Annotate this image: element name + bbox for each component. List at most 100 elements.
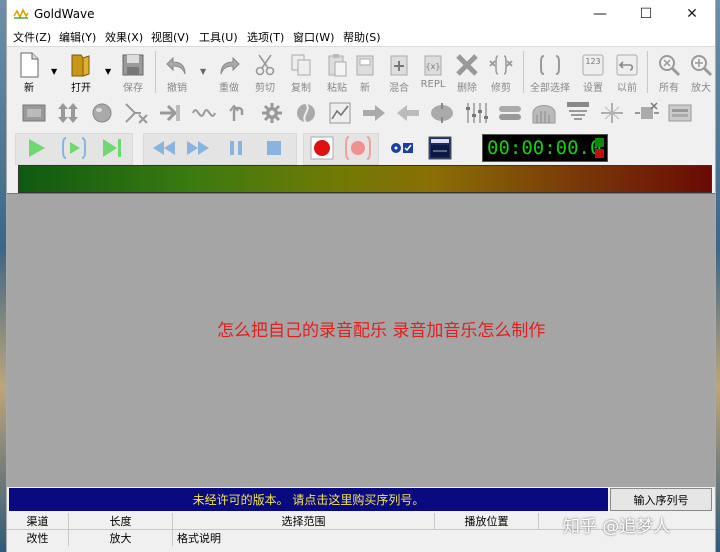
- minimize-button[interactable]: —: [577, 0, 623, 28]
- cut-button[interactable]: 剪切: [247, 51, 283, 95]
- editing-workspace[interactable]: 怎么把自己的录音配乐 录音加音乐怎么制作: [7, 193, 715, 487]
- undo-button[interactable]: 撤销: [159, 51, 195, 95]
- menu-file[interactable]: 文件(Z): [13, 29, 51, 45]
- menu-bar: 文件(Z) 编辑(Y) 效果(X) 视图(V) 工具(U) 选项(T) 窗口(W…: [7, 28, 715, 46]
- view-all-button[interactable]: 所有: [651, 51, 687, 95]
- pause-icon: [230, 141, 242, 155]
- effect-swirl-icon[interactable]: [293, 100, 319, 126]
- toolbar-separator: [523, 51, 524, 93]
- delete-x-icon: [454, 52, 480, 78]
- effect-arch-icon[interactable]: [531, 100, 557, 126]
- zoom-in-magnifier-icon: [688, 52, 714, 78]
- menu-effects[interactable]: 效果(X): [105, 29, 143, 45]
- new-file-icon: [16, 52, 42, 78]
- save-disk-icon: [120, 52, 146, 78]
- effect-arrow-left-icon[interactable]: [395, 100, 421, 126]
- pause-button[interactable]: [221, 135, 251, 161]
- status-play-position-label: 播放位置: [435, 513, 539, 529]
- set-123-icon: 123: [580, 52, 606, 78]
- effect-sliders-icon[interactable]: [463, 100, 489, 126]
- effect-levels-icon[interactable]: [565, 100, 591, 126]
- led-green-icon: [595, 138, 604, 147]
- record-selection-button[interactable]: [343, 135, 373, 161]
- play-selection-icon: [61, 137, 87, 159]
- rewind-icon: [153, 141, 175, 155]
- effect-cross-lines-icon[interactable]: [123, 100, 149, 126]
- play-button[interactable]: [21, 135, 51, 161]
- maximize-button[interactable]: ☐: [623, 0, 669, 28]
- effect-updown-arrows-icon[interactable]: [55, 100, 81, 126]
- led-red-icon: [595, 149, 604, 158]
- paste-new-button[interactable]: 新: [347, 51, 383, 95]
- title-bar: GoldWave — ☐ ✕: [7, 0, 715, 28]
- effect-compress-icon[interactable]: [429, 100, 455, 126]
- menu-help[interactable]: 帮助(S): [343, 29, 381, 45]
- redo-button[interactable]: 重做: [211, 51, 247, 95]
- effect-loop-back-icon[interactable]: [225, 100, 251, 126]
- replace-icon: {x}: [420, 52, 446, 78]
- mix-plus-icon: [386, 52, 412, 78]
- new-button[interactable]: 新: [11, 51, 47, 95]
- unregistered-notice-bar[interactable]: 未经许可的版本。 请点击这里购买序列号。: [9, 488, 608, 511]
- save-button[interactable]: 保存: [115, 51, 151, 95]
- select-all-button[interactable]: 全部选择: [529, 51, 571, 95]
- stop-icon: [267, 141, 281, 155]
- copy-button[interactable]: 复制: [283, 51, 319, 95]
- replace-button[interactable]: {x} REPL: [415, 51, 451, 95]
- menu-view[interactable]: 视图(V): [151, 29, 189, 45]
- toolbar-separator: [647, 51, 648, 93]
- svg-text:{x}: {x}: [426, 62, 441, 71]
- effect-arrow-right-block-icon[interactable]: [361, 100, 387, 126]
- stop-button[interactable]: [259, 135, 289, 161]
- trim-button[interactable]: 修剪: [483, 51, 519, 95]
- effect-graph-icon[interactable]: [327, 100, 353, 126]
- effect-sphere-icon[interactable]: [89, 100, 115, 126]
- play-selection-button[interactable]: [59, 135, 89, 161]
- zoom-in-button[interactable]: 放大: [683, 51, 715, 95]
- undo-dropdown-arrow-icon[interactable]: ▼: [200, 67, 206, 76]
- toolbar-separator: [155, 51, 156, 93]
- fast-forward-button[interactable]: [183, 135, 213, 161]
- effect-bars-icon[interactable]: [497, 100, 523, 126]
- rewind-button[interactable]: [149, 135, 179, 161]
- scissors-icon: [252, 52, 278, 78]
- menu-options[interactable]: 选项(T): [247, 29, 284, 45]
- device-controls-button[interactable]: [387, 135, 417, 161]
- play-to-end-button[interactable]: [97, 135, 127, 161]
- open-button[interactable]: 打开: [63, 51, 99, 95]
- fast-forward-icon: [187, 141, 209, 155]
- device-controls-icon: [391, 143, 413, 153]
- close-button[interactable]: ✕: [669, 0, 715, 28]
- main-toolbar: 新 ▼ 打开 ▼ 保存 撤销 ▼ 重做 剪切 复制 粘贴 新 混合 {x} RE…: [7, 46, 715, 97]
- menu-edit[interactable]: 编辑(Y): [59, 29, 96, 45]
- zoom-out-magnifier-icon: [656, 52, 682, 78]
- effect-remove-noise-icon[interactable]: [633, 100, 659, 126]
- new-dropdown-arrow-icon[interactable]: ▼: [51, 67, 57, 76]
- effects-toolbar: [7, 97, 715, 129]
- previous-button[interactable]: 以前: [609, 51, 645, 95]
- effect-arrow-right-icon[interactable]: [157, 100, 183, 126]
- record-icon: [310, 136, 334, 160]
- effect-rectangle-icon[interactable]: [21, 100, 47, 126]
- play-icon: [29, 139, 45, 157]
- svg-text:123: 123: [585, 57, 600, 66]
- open-dropdown-arrow-icon[interactable]: ▼: [105, 67, 111, 76]
- record-button[interactable]: [307, 135, 337, 161]
- mix-button[interactable]: 混合: [381, 51, 417, 95]
- control-window-button[interactable]: [425, 135, 455, 161]
- control-window-icon: [428, 136, 452, 160]
- delete-button[interactable]: 删除: [449, 51, 485, 95]
- enter-serial-button[interactable]: 输入序列号: [610, 488, 712, 511]
- previous-selection-icon: [614, 52, 640, 78]
- effect-wave-icon[interactable]: [191, 100, 217, 126]
- set-button[interactable]: 123 设置: [575, 51, 611, 95]
- effect-spark-icon[interactable]: [599, 100, 625, 126]
- menu-window[interactable]: 窗口(W): [293, 29, 334, 45]
- copy-icon: [288, 52, 314, 78]
- effect-panel-icon[interactable]: [667, 100, 693, 126]
- paste-new-icon: [352, 52, 378, 78]
- open-folder-icon: [68, 52, 94, 78]
- menu-tools[interactable]: 工具(U): [199, 29, 238, 45]
- effect-gear-icon[interactable]: [259, 100, 285, 126]
- status-channels-label: 渠道: [7, 513, 69, 529]
